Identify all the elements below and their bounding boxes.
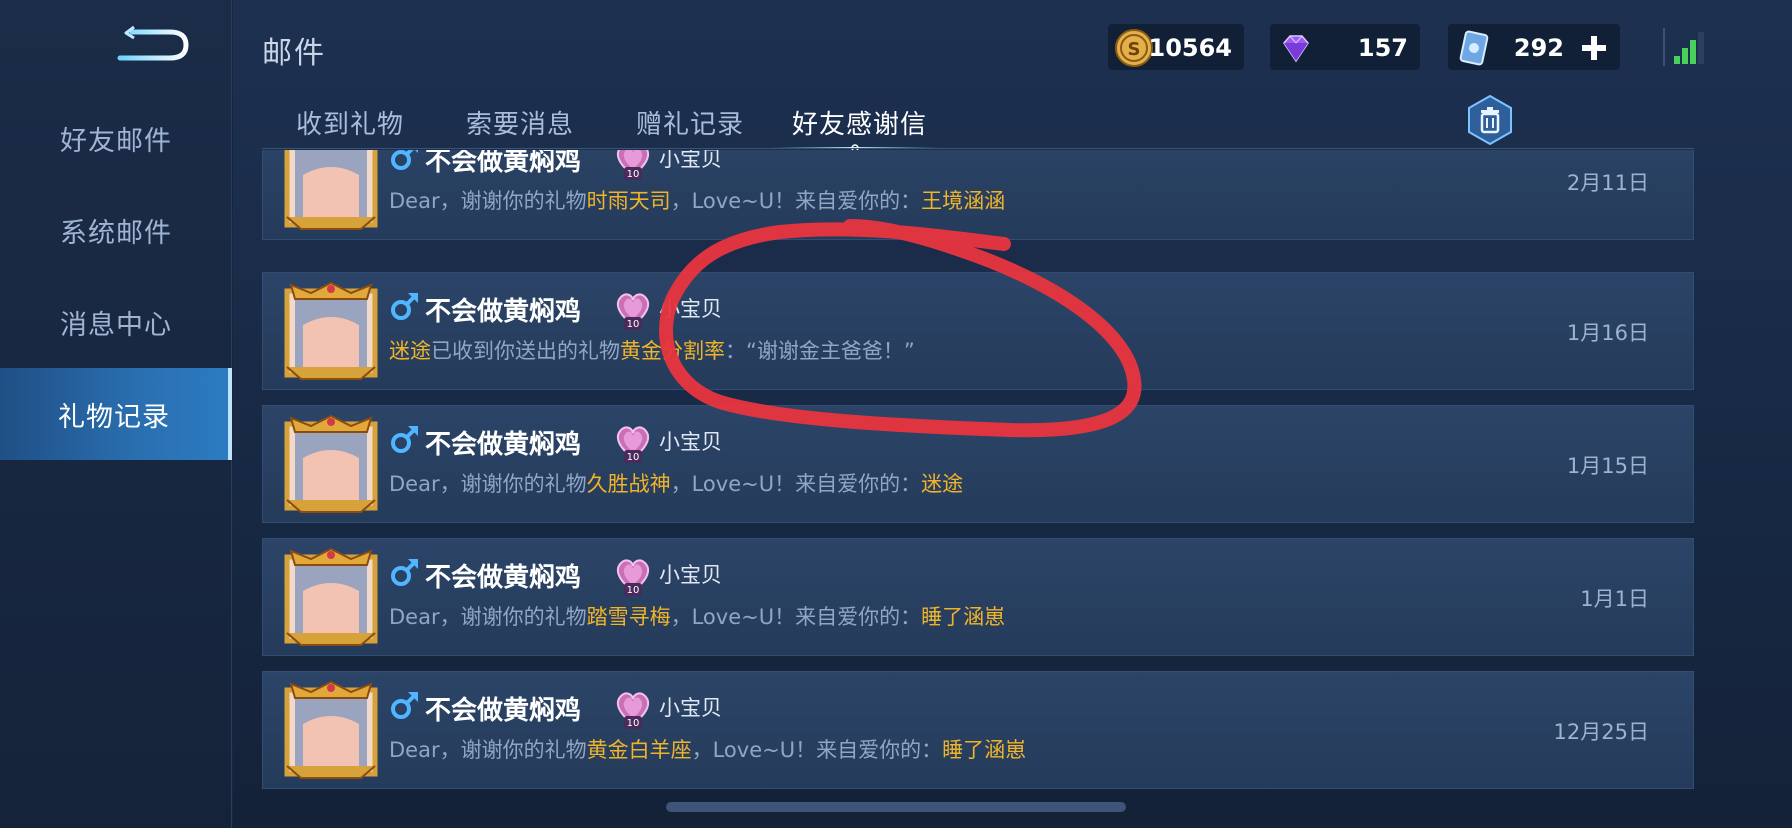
message-segment: Dear，谢谢你的礼物 [389, 605, 587, 629]
avatar-frame-icon [284, 281, 378, 380]
sidebar-item-gift-records[interactable]: 礼物记录 [0, 368, 232, 460]
message-date: 2月11日 [1566, 171, 1649, 195]
message-segment: ：“谢谢金主爸爸！” [725, 339, 915, 363]
tab-friend-thanks[interactable]: 好友感谢信 [792, 104, 927, 141]
purple-diamond-icon [1283, 35, 1309, 63]
gift-name: 时雨天司 [586, 189, 671, 213]
message-text: 迷途已收到你送出的礼物黄金分割率：“谢谢金主爸爸！” [389, 335, 915, 365]
message-date: 1月1日 [1580, 587, 1649, 611]
sender-name: 不会做黄焖鸡 [425, 150, 582, 177]
sidebar-item-system-mail[interactable]: 系统邮件 [0, 184, 232, 276]
male-gender-icon [391, 293, 418, 320]
male-gender-icon [391, 150, 418, 170]
sender-name: 不会做黄焖鸡 [425, 696, 582, 726]
gold-amount: 10564 [1148, 34, 1233, 62]
diamond-currency: 157 [1270, 24, 1420, 70]
card-amount: 292 [1513, 34, 1564, 62]
message-segment: ，Love~U！来自爱你的： [691, 738, 943, 762]
message-segment: Dear，谢谢你的礼物 [389, 738, 587, 762]
message-date: 1月16日 [1566, 321, 1649, 345]
sidebar-item-friend-mail[interactable]: 好友邮件 [0, 92, 232, 184]
from-player-name: 睡了涵崽 [942, 738, 1027, 762]
tab-received-gifts[interactable]: 收到礼物 [296, 104, 404, 141]
scroll-indicator[interactable] [666, 802, 1126, 812]
message-text: Dear，谢谢你的礼物时雨天司，Love~U！来自爱你的：王境涵涵 [389, 185, 1005, 215]
diamond-amount: 157 [1357, 34, 1408, 62]
from-player-name: 王境涵涵 [921, 189, 1006, 213]
list-item[interactable]: 不会做黄焖鸡 10 小宝贝 Dear，谢谢你的礼物时雨天司，Love~U！来自爱… [262, 150, 1694, 240]
sidebar-item-label: 消息中心 [60, 309, 172, 341]
svg-text:S: S [1128, 39, 1141, 60]
gift-name: 踏雪寻梅 [586, 605, 671, 629]
list-item[interactable]: 不会做黄焖鸡 10 小宝贝 Dear，谢谢你的礼物久胜战神，Love~U！来自爱… [262, 405, 1694, 523]
intimacy-level: 10 [627, 452, 640, 463]
message-text: Dear，谢谢你的礼物踏雪寻梅，Love~U！来自爱你的：睡了涵崽 [389, 601, 1005, 631]
avatar-frame-icon [284, 680, 378, 779]
intimacy-level: 10 [627, 718, 640, 729]
message-date: 1月15日 [1566, 454, 1649, 478]
message-segment: ，Love~U！来自爱你的： [670, 605, 922, 629]
list-item[interactable]: 不会做黄焖鸡 10 小宝贝 Dear，谢谢你的礼物黄金白羊座，Love~U！来自… [262, 671, 1694, 789]
relation-label: 小宝贝 [659, 563, 722, 587]
message-segment: 已收到你送出的礼物 [431, 339, 620, 363]
back-button[interactable] [112, 22, 192, 68]
intimacy-level: 10 [627, 319, 640, 330]
sidebar-item-label: 好友邮件 [60, 125, 172, 157]
sender-name: 不会做黄焖鸡 [425, 430, 582, 460]
from-player-name: 睡了涵崽 [921, 605, 1006, 629]
page-title: 邮件 [262, 36, 326, 71]
intimacy-heart-icon: 10 [616, 559, 650, 596]
gift-name: 黄金分割率 [620, 339, 725, 363]
gift-name: 黄金白羊座 [586, 738, 692, 762]
sender-name: 不会做黄焖鸡 [425, 563, 582, 593]
message-date: 12月25日 [1553, 720, 1649, 744]
gift-name: 久胜战神 [586, 472, 671, 496]
male-gender-icon [391, 426, 418, 453]
gold-currency: S 10564 [1108, 24, 1244, 70]
from-player-name: 迷途 [389, 339, 431, 363]
message-segment: Dear，谢谢你的礼物 [389, 472, 587, 496]
signal-strength-icon [1663, 28, 1704, 66]
relation-label: 小宝贝 [659, 696, 722, 720]
sidebar-item-label: 系统邮件 [60, 217, 172, 249]
relation-label: 小宝贝 [659, 297, 722, 321]
sender-name: 不会做黄焖鸡 [425, 297, 582, 327]
message-segment: ，Love~U！来自爱你的： [670, 472, 922, 496]
message-text: Dear，谢谢你的礼物久胜战神，Love~U！来自爱你的：迷途 [389, 468, 963, 498]
blue-card-icon [1459, 30, 1489, 66]
intimacy-heart-icon: 10 [616, 293, 650, 330]
sidebar-item-label: 礼物记录 [58, 401, 170, 433]
plus-icon[interactable] [1580, 34, 1608, 62]
intimacy-heart-icon: 10 [616, 150, 650, 180]
card-currency: 292 [1448, 24, 1620, 70]
thank-you-letter-list[interactable]: 不会做黄焖鸡 10 小宝贝 Dear，谢谢你的礼物时雨天司，Love~U！来自爱… [262, 150, 1694, 800]
trash-icon[interactable] [1466, 94, 1514, 146]
male-gender-icon [391, 559, 418, 586]
male-gender-icon [391, 692, 418, 719]
intimacy-level: 10 [627, 585, 640, 596]
list-item[interactable]: 不会做黄焖鸡 10 小宝贝 迷途已收到你送出的礼物黄金分割率：“谢谢金主爸爸！”… [262, 272, 1694, 390]
intimacy-heart-icon: 10 [616, 426, 650, 463]
message-segment: Dear，谢谢你的礼物 [389, 189, 587, 213]
tab-gift-history[interactable]: 赠礼记录 [636, 104, 744, 141]
message-segment: ，Love~U！来自爱你的： [670, 189, 922, 213]
intimacy-heart-icon: 10 [616, 692, 650, 729]
relation-label: 小宝贝 [659, 430, 722, 454]
avatar-frame-icon [284, 414, 378, 513]
sidebar-item-message-center[interactable]: 消息中心 [0, 276, 232, 368]
tab-request-messages[interactable]: 索要消息 [466, 104, 574, 141]
list-item[interactable]: 不会做黄焖鸡 10 小宝贝 Dear，谢谢你的礼物踏雪寻梅，Love~U！来自爱… [262, 538, 1694, 656]
message-text: Dear，谢谢你的礼物黄金白羊座，Love~U！来自爱你的：睡了涵崽 [389, 734, 1026, 764]
from-player-name: 迷途 [921, 472, 964, 496]
avatar-frame-icon [284, 547, 378, 646]
avatar-frame-icon [284, 150, 378, 230]
intimacy-level: 10 [627, 169, 640, 180]
relation-label: 小宝贝 [659, 150, 722, 171]
back-arrow-icon [117, 25, 189, 61]
tab-divider [262, 148, 1694, 149]
